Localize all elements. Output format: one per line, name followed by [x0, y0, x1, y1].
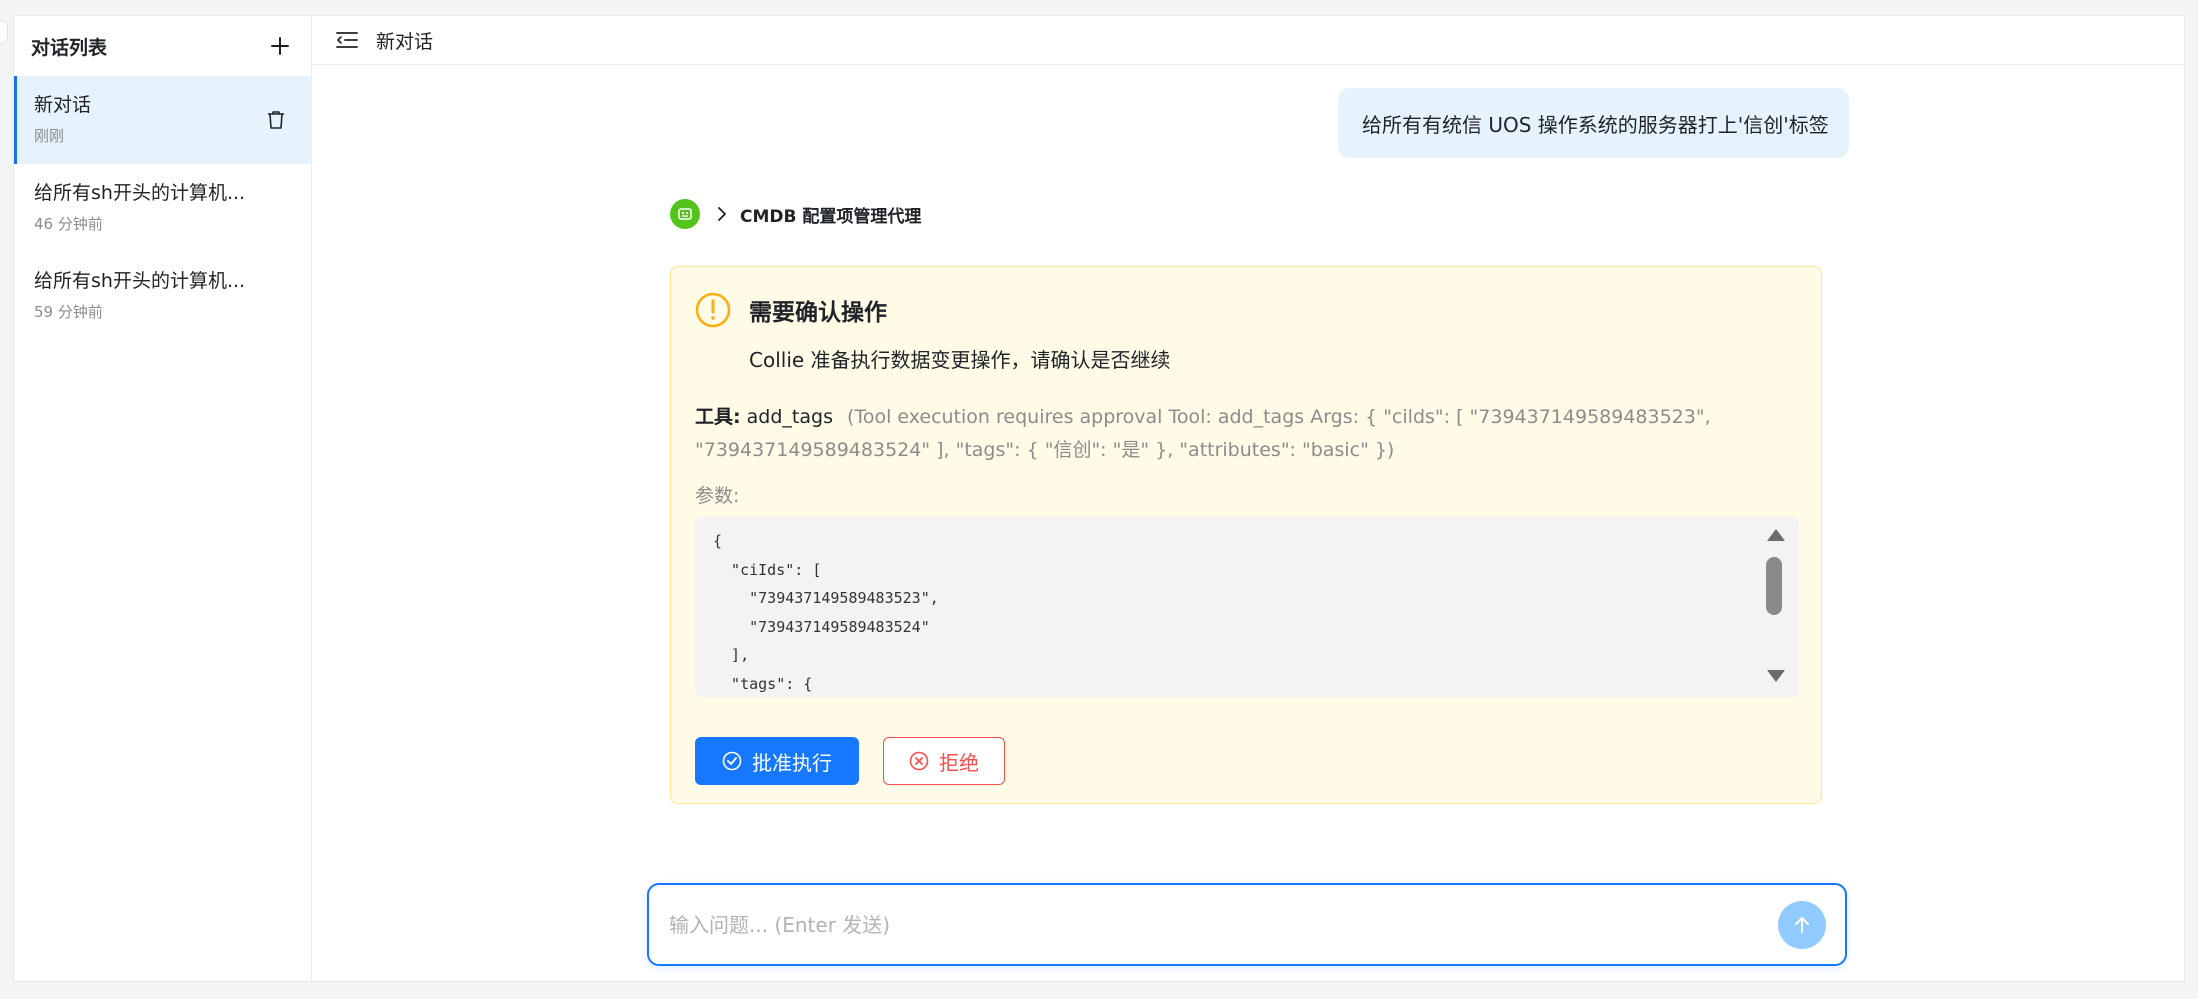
sidebar: 对话列表 新对话 刚刚 给所有sh开头的计算机... 46 分钟前 给所有sh开… — [14, 16, 312, 981]
page-title: 新对话 — [376, 30, 434, 53]
toggle-sidebar-button[interactable] — [334, 27, 360, 53]
delete-conversation-button[interactable] — [263, 107, 289, 133]
reject-label: 拒绝 — [939, 750, 979, 775]
sidebar-header: 对话列表 — [14, 16, 311, 76]
tool-info: 工具: add_tags (Tool execution requires ap… — [695, 401, 1795, 467]
tool-label: 工具: — [695, 406, 741, 428]
new-conversation-button[interactable] — [265, 31, 295, 61]
approve-button[interactable]: 批准执行 — [695, 737, 859, 785]
send-button[interactable] — [1778, 901, 1826, 949]
chevron-right-icon[interactable] — [714, 206, 730, 222]
agent-name: CMDB 配置项管理代理 — [740, 206, 922, 227]
params-code-block[interactable]: { "ciIds": [ "739437149589483523", "7394… — [695, 517, 1799, 697]
tool-description: (Tool execution requires approval Tool: … — [695, 406, 1711, 461]
check-circle-icon — [722, 751, 742, 771]
agent-step-header[interactable]: CMDB 配置项管理代理 — [670, 199, 921, 229]
conversation-item-active[interactable]: 新对话 刚刚 — [14, 76, 311, 164]
tool-name: add_tags — [746, 406, 833, 428]
arrow-up-icon — [1795, 917, 1809, 933]
confirmation-subtitle: Collie 准备执行数据变更操作，请确认是否继续 — [749, 348, 1171, 372]
scrollbar-thumb[interactable] — [1766, 557, 1782, 615]
scroll-down-arrow[interactable] — [1767, 670, 1785, 682]
chat-input[interactable] — [669, 907, 1759, 943]
trash-icon — [268, 111, 284, 129]
reject-button[interactable]: 拒绝 — [883, 737, 1005, 785]
conversation-time: 59 分钟前 — [34, 303, 103, 321]
robot-icon — [670, 199, 700, 229]
sidebar-title: 对话列表 — [31, 36, 108, 59]
conversation-title: 给所有sh开头的计算机... — [34, 182, 246, 204]
conversation-item[interactable]: 给所有sh开头的计算机... 46 分钟前 — [14, 164, 311, 252]
conversation-item[interactable]: 给所有sh开头的计算机... 59 分钟前 — [14, 252, 311, 340]
confirmation-title: 需要确认操作 — [749, 300, 887, 326]
plus-icon — [271, 37, 289, 55]
chat-input-container — [647, 883, 1847, 966]
collapse-handle[interactable] — [0, 20, 8, 44]
user-message-bubble: 给所有有统信 UOS 操作系统的服务器打上'信创'标签 — [1338, 88, 1849, 158]
conversation-title: 给所有sh开头的计算机... — [34, 270, 246, 292]
conversation-time: 46 分钟前 — [34, 215, 103, 233]
params-json: { "ciIds": [ "739437149589483523", "7394… — [713, 532, 939, 693]
chat-main: 新对话 给所有有统信 UOS 操作系统的服务器打上'信创'标签 CMDB 配置项… — [312, 16, 2184, 981]
conversation-time: 刚刚 — [34, 127, 65, 145]
close-circle-icon — [909, 751, 929, 771]
confirmation-card: 需要确认操作 Collie 准备执行数据变更操作，请确认是否继续 工具: add… — [670, 266, 1822, 804]
menu-fold-icon — [336, 32, 358, 48]
topbar: 新对话 — [312, 16, 2184, 65]
approve-label: 批准执行 — [752, 750, 832, 775]
app-window: 对话列表 新对话 刚刚 给所有sh开头的计算机... 46 分钟前 给所有sh开… — [13, 15, 2185, 982]
warning-icon — [695, 292, 731, 328]
conversation-title: 新对话 — [34, 94, 92, 116]
params-label: 参数: — [695, 485, 740, 507]
scroll-up-arrow[interactable] — [1767, 529, 1785, 541]
